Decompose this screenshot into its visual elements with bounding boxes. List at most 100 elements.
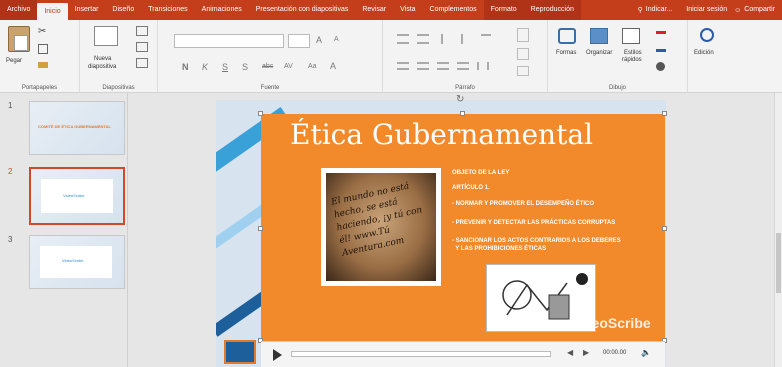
strikethrough-button[interactable]: abc xyxy=(262,63,273,70)
slide-thumbnail-pane: 1 COMITÉ DE ÉTICA GUBERNAMENTAL 2 VideoS… xyxy=(0,93,128,367)
scroll-thumb[interactable] xyxy=(776,233,781,293)
play-icon[interactable] xyxy=(273,349,282,361)
selection-handle-tl[interactable] xyxy=(258,111,263,116)
thumbnail-2-title: VideoScribe xyxy=(63,193,85,198)
font-size-dropdown[interactable] xyxy=(288,34,310,48)
tab-transitions[interactable]: Transiciones xyxy=(141,0,194,20)
slide-title[interactable]: Ética Gubernamental xyxy=(290,118,593,151)
tab-view[interactable]: Vista xyxy=(393,0,422,20)
font-name-dropdown[interactable] xyxy=(174,34,284,48)
bullet-sanction-2[interactable]: Y LAS PROHIBICIONES ÉTICAS xyxy=(452,246,546,252)
justify-icon[interactable] xyxy=(457,62,469,70)
bullets-icon[interactable] xyxy=(397,34,409,44)
change-case-button[interactable]: Aa xyxy=(308,63,317,70)
text-direction-icon[interactable] xyxy=(517,28,529,42)
bullet-promote-ethics[interactable]: - NORMAR Y PROMOVER EL DESEMPEÑO ÉTICO xyxy=(452,201,594,207)
tab-format[interactable]: Formato xyxy=(483,0,524,20)
tab-review[interactable]: Revisar xyxy=(355,0,393,20)
bullet-prevent-corruption[interactable]: - PREVENIR Y DETECTAR LAS PRÁCTICAS CORR… xyxy=(452,220,615,226)
new-slide-label-1[interactable]: Nueva xyxy=(94,56,111,62)
tab-playback[interactable]: Reproducción xyxy=(523,0,581,20)
layout-icon[interactable] xyxy=(136,26,148,36)
align-right-icon[interactable] xyxy=(437,62,449,70)
rewind-icon[interactable]: ◀ xyxy=(567,348,573,357)
tell-me-box[interactable]: Indicar... xyxy=(643,0,679,20)
shapes-icon[interactable] xyxy=(558,28,576,44)
media-time: 00:00.00 xyxy=(603,350,627,356)
bullet-sanction-1[interactable]: - SANCIONAR LOS ACTOS CONTRARIOS A LOS D… xyxy=(452,238,621,244)
tab-addins[interactable]: Complementos xyxy=(423,0,484,20)
thumbnail-1-title: COMITÉ DE ÉTICA GUBERNAMENTAL xyxy=(38,124,111,129)
section-icon[interactable] xyxy=(136,58,148,68)
media-progress-track[interactable] xyxy=(291,351,551,357)
article-heading[interactable]: ARTÍCULO 1. xyxy=(452,185,490,191)
thumbnail-number-1: 1 xyxy=(8,101,13,110)
smartart-icon[interactable] xyxy=(517,66,529,76)
tab-home[interactable]: Inicio xyxy=(37,3,68,20)
thumbnail-number-3: 3 xyxy=(8,235,13,244)
photo-handwriting: El mundo no está hecho, se está haciendo… xyxy=(330,181,424,259)
selection-handle-mr[interactable] xyxy=(662,226,667,231)
shape-effects-icon[interactable] xyxy=(656,62,665,71)
ribbon-tab-bar: Archivo Inicio Insertar Diseño Transicio… xyxy=(0,0,782,20)
selection-handle-tc[interactable] xyxy=(460,111,465,116)
copy-icon[interactable] xyxy=(38,44,48,54)
rotate-handle-icon[interactable]: ↻ xyxy=(456,94,464,105)
quick-styles-label-2[interactable]: rápidos xyxy=(622,57,642,63)
columns-icon[interactable] xyxy=(477,62,489,70)
slide-thumbnail-1[interactable]: COMITÉ DE ÉTICA GUBERNAMENTAL xyxy=(29,101,125,155)
format-painter-icon[interactable] xyxy=(38,62,48,68)
increase-indent-icon[interactable] xyxy=(461,34,471,44)
decrease-indent-icon[interactable] xyxy=(441,34,451,44)
find-icon[interactable] xyxy=(700,28,714,42)
thumbnail-3-title: VideoScribe xyxy=(62,258,84,263)
slide-thumbnail-2[interactable]: VideoScribe xyxy=(29,167,125,225)
bold-button[interactable]: N xyxy=(182,62,189,72)
tab-file[interactable]: Archivo xyxy=(0,0,38,20)
shape-outline-icon[interactable] xyxy=(656,44,666,52)
decrease-font-button[interactable]: A xyxy=(334,36,339,43)
tab-slideshow[interactable]: Presentación con diapositivas xyxy=(249,0,356,20)
arrange-icon[interactable] xyxy=(590,28,608,44)
shapes-label[interactable]: Formas xyxy=(556,50,576,56)
italic-button[interactable]: K xyxy=(202,62,208,72)
new-slide-label-2[interactable]: diapositiva xyxy=(88,64,116,70)
shape-fill-icon[interactable] xyxy=(656,26,666,34)
vertical-scrollbar[interactable] xyxy=(774,93,782,367)
lightbulb-icon: ⚲ xyxy=(637,7,643,14)
selection-handle-ml[interactable] xyxy=(258,226,263,231)
align-center-icon[interactable] xyxy=(417,62,429,70)
tab-design[interactable]: Diseño xyxy=(105,0,141,20)
logo-badge xyxy=(224,340,256,364)
font-color-button[interactable]: A xyxy=(330,61,336,71)
align-left-icon[interactable] xyxy=(397,62,409,70)
quick-styles-icon[interactable] xyxy=(622,28,640,44)
share-button[interactable]: Compartir xyxy=(741,0,782,20)
paste-button-label[interactable]: Pegar xyxy=(6,58,22,64)
volume-icon[interactable]: 🔈 xyxy=(641,348,651,357)
numbering-icon[interactable] xyxy=(417,34,429,44)
quick-styles-label-1[interactable]: Estilos xyxy=(624,50,642,56)
selection-handle-tr[interactable] xyxy=(662,111,667,116)
editing-label[interactable]: Edición xyxy=(694,50,714,56)
media-player-bar: ◀ ▶ 00:00.00 🔈 xyxy=(261,341,665,367)
sign-in-link[interactable]: Iniciar sesión xyxy=(679,0,734,20)
align-text-icon[interactable] xyxy=(517,48,529,60)
tab-insert[interactable]: Insertar xyxy=(68,0,106,20)
handwritten-photo[interactable]: El mundo no está hecho, se está haciendo… xyxy=(321,168,441,286)
tab-animations[interactable]: Animaciones xyxy=(195,0,249,20)
person-icon: ☺ xyxy=(734,6,742,14)
forward-icon[interactable]: ▶ xyxy=(583,348,589,357)
arrange-label[interactable]: Organizar xyxy=(586,50,612,56)
slide-thumbnail-3[interactable]: VideoScribe xyxy=(29,235,125,289)
new-slide-icon[interactable] xyxy=(94,26,118,46)
reset-icon[interactable] xyxy=(136,42,148,52)
shadow-button[interactable]: S xyxy=(242,62,248,72)
law-object-heading[interactable]: OBJETO DE LA LEY xyxy=(452,170,509,176)
increase-font-button[interactable]: A xyxy=(316,35,322,45)
cut-icon[interactable]: ✂ xyxy=(38,26,46,37)
paste-icon[interactable] xyxy=(8,26,30,52)
line-spacing-icon[interactable] xyxy=(481,34,491,44)
char-spacing-button[interactable]: AV xyxy=(284,63,293,70)
underline-button[interactable]: S xyxy=(222,62,228,72)
